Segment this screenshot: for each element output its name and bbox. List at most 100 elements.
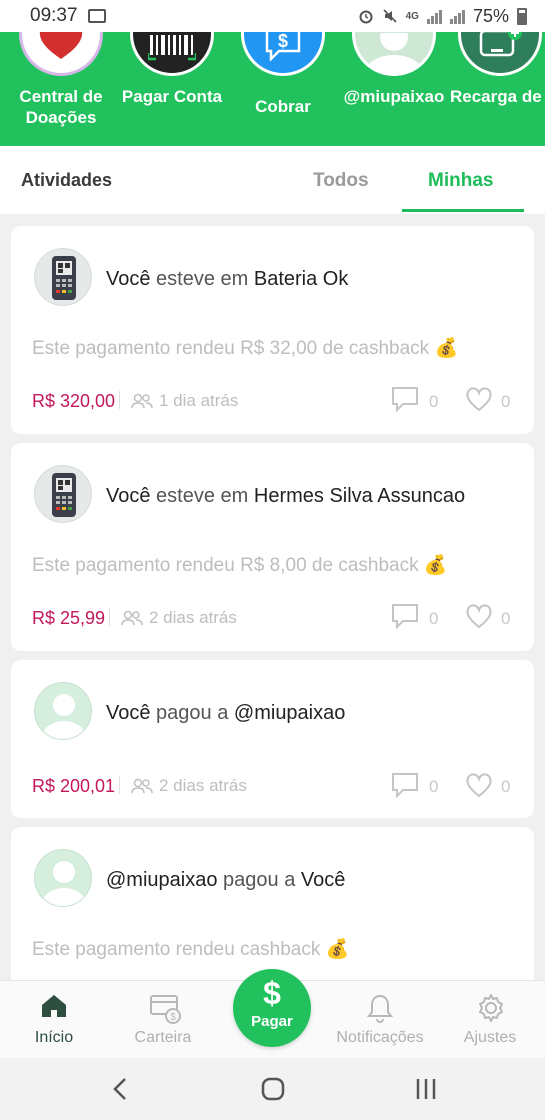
quick-action-label: Recarga de Celular	[450, 87, 545, 106]
mute-icon	[383, 9, 397, 23]
cashback-note: Este pagamento rendeu cashback 💰	[32, 939, 350, 960]
home-icon	[42, 995, 66, 1017]
tab-todos[interactable]: Todos	[313, 170, 369, 192]
subject[interactable]: @miupaixao	[106, 869, 217, 891]
battery-icon	[517, 7, 527, 25]
object[interactable]: Bateria Ok	[254, 268, 348, 290]
quick-action-label: Cobrar	[255, 97, 311, 116]
nav-inicio[interactable]: Início	[4, 981, 104, 1059]
activity-headline: Você pagou a @miupaixao	[106, 702, 345, 725]
heart-outline-icon[interactable]	[465, 772, 493, 798]
comment-count: 0	[429, 777, 439, 796]
time-ago: 2 dias atrás	[131, 776, 247, 796]
nav-ajustes[interactable]: Ajustes	[440, 981, 540, 1059]
people-icon	[131, 778, 153, 794]
time-ago-text: 2 dias atrás	[149, 608, 237, 627]
people-icon	[131, 393, 153, 409]
notification-icon	[87, 9, 106, 23]
comment-icon[interactable]	[391, 386, 419, 412]
bottom-nav: Início $ Carteira $ Pagar Notificações A…	[0, 969, 545, 1059]
quick-action-label: @miupaixao	[343, 87, 445, 106]
comment-count: 0	[429, 392, 439, 411]
pay-label: Pagar	[251, 1013, 293, 1030]
divider	[109, 608, 110, 626]
cashback-note: Este pagamento rendeu R$ 8,00 de cashbac…	[32, 555, 448, 576]
svg-text:$: $	[278, 32, 288, 51]
verb: pagou a	[223, 869, 296, 891]
divider	[119, 776, 120, 794]
subject: Você	[106, 485, 151, 507]
nav-label: Carteira	[134, 1029, 192, 1046]
bell-icon	[367, 994, 393, 1023]
signal-icon-2	[449, 8, 465, 24]
comment-count: 0	[429, 609, 439, 628]
time-ago: 1 dia atrás	[131, 391, 238, 411]
activity-feed[interactable]: Você esteve em Bateria Ok Este pagamento…	[0, 214, 545, 980]
home-button-icon[interactable]	[260, 1076, 286, 1102]
amount: R$ 200,01	[32, 776, 116, 796]
nav-label: Ajustes	[463, 1029, 517, 1046]
subject: Você	[106, 268, 151, 290]
like-count: 0	[501, 392, 511, 411]
status-icons: 4G 75%	[358, 6, 527, 27]
dollar-icon: $	[263, 975, 281, 1011]
quick-action-label: Central de Doações	[19, 87, 103, 127]
activity-tabs: Atividades Todos Minhas	[0, 146, 545, 214]
heart-icon	[19, 32, 103, 76]
recents-icon[interactable]	[414, 1076, 438, 1102]
pos-terminal-icon	[34, 248, 92, 306]
status-time: 09:37	[30, 5, 78, 26]
network-type: 4G	[405, 10, 419, 22]
verb: pagou a	[156, 702, 229, 724]
time-ago-text: 2 dias atrás	[159, 776, 247, 795]
heart-outline-icon[interactable]	[465, 603, 493, 629]
cashback-note: Este pagamento rendeu R$ 32,00 de cashba…	[32, 338, 459, 359]
tab-minhas[interactable]: Minhas	[428, 170, 493, 192]
user-avatar-icon	[34, 849, 92, 907]
svg-text:$: $	[170, 1012, 176, 1023]
pay-button[interactable]: $ Pagar	[233, 969, 311, 1047]
subject: Você	[106, 702, 151, 724]
activity-headline: @miupaixao pagou a Você	[106, 869, 345, 892]
nav-label: Início	[34, 1029, 74, 1046]
chat-dollar-icon: $	[241, 32, 325, 76]
time-ago-text: 1 dia atrás	[159, 391, 239, 410]
comment-icon[interactable]	[391, 772, 419, 798]
object: Você	[300, 869, 346, 891]
barcode-icon	[130, 32, 214, 76]
divider	[119, 391, 120, 409]
activity-card[interactable]: Você esteve em Bateria Ok Este pagamento…	[11, 226, 534, 434]
time-ago: 2 dias atrás	[121, 608, 237, 628]
amount: R$ 25,99	[32, 608, 106, 628]
tab-active-indicator	[402, 209, 524, 212]
user-avatar-icon	[352, 32, 436, 76]
amount: R$ 320,00	[32, 391, 116, 411]
nav-notificacoes[interactable]: Notificações	[330, 981, 430, 1059]
nav-label: Notificações	[336, 1029, 424, 1046]
signal-icon	[426, 8, 442, 24]
like-count: 0	[501, 777, 511, 796]
like-count: 0	[501, 609, 511, 628]
verb: esteve em	[156, 268, 249, 290]
heart-outline-icon[interactable]	[465, 386, 493, 412]
user-avatar-icon	[34, 682, 92, 740]
object[interactable]: Hermes Silva Assuncao	[254, 485, 465, 507]
wallet-icon: $	[150, 995, 181, 1024]
battery-percent: 75%	[472, 5, 509, 26]
activity-card[interactable]: Você pagou a @miupaixao R$ 200,01 2 dias…	[11, 660, 534, 818]
quick-action-label: Pagar Conta	[121, 87, 223, 106]
gear-icon	[479, 994, 503, 1022]
alarm-icon	[359, 10, 373, 24]
activity-card[interactable]: @miupaixao pagou a Você Este pagamento r…	[11, 827, 534, 980]
activity-headline: Você esteve em Bateria Ok	[106, 268, 348, 291]
people-icon	[121, 610, 143, 626]
activity-card[interactable]: Você esteve em Hermes Silva Assuncao Est…	[11, 443, 534, 651]
activity-headline: Você esteve em Hermes Silva Assuncao	[106, 485, 465, 508]
verb: esteve em	[156, 485, 249, 507]
object[interactable]: @miupaixao	[234, 702, 345, 724]
nav-carteira[interactable]: $ Carteira	[113, 981, 213, 1059]
back-icon[interactable]	[110, 1076, 132, 1102]
status-bar: 09:37 4G 75%	[0, 0, 545, 32]
activity-title: Atividades	[21, 170, 113, 190]
comment-icon[interactable]	[391, 603, 419, 629]
